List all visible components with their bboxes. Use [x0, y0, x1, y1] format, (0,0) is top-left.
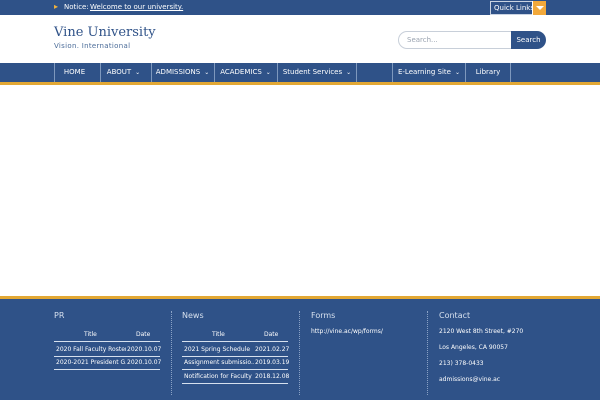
table-divider: [54, 356, 160, 357]
search-input[interactable]: [398, 31, 516, 49]
nav-item-label: Library: [475, 68, 501, 76]
column-divider: [171, 311, 172, 395]
news-col-date: Date: [264, 331, 279, 338]
news-heading: News: [182, 311, 204, 320]
nav-item-academics[interactable]: ACADEMICS ⌄: [214, 63, 276, 82]
contact-address-line1: 2120 West 8th Street, #270: [439, 328, 524, 335]
megaphone-icon: ▸: [54, 2, 59, 11]
footer: PR Title Date 2020 Fall Faculty Roster 2…: [0, 299, 600, 400]
nav-item-home[interactable]: HOME: [54, 63, 94, 82]
pr-col-date: Date: [136, 331, 151, 338]
column-divider: [427, 311, 428, 395]
column-divider: [299, 311, 300, 395]
nav-item-label: Student Services: [282, 68, 343, 76]
site-tagline: Vision. International: [54, 42, 131, 50]
pr-row-date: 2020.10.07: [127, 359, 162, 366]
table-divider: [182, 341, 288, 342]
table-divider: [54, 369, 160, 370]
nav-item-elearning[interactable]: E-Learning Site ⌄: [392, 63, 465, 82]
contact-address-line2: Los Angeles, CA 90057: [439, 344, 508, 351]
nav-item-label: HOME: [63, 68, 86, 76]
pr-col-title: Title: [84, 331, 97, 338]
pr-heading: PR: [54, 311, 65, 320]
nav-accent-stripe: [0, 82, 600, 85]
pr-row-title[interactable]: 2020 Fall Faculty Roster: [56, 346, 126, 354]
nav-item-label: ACADEMICS: [220, 68, 262, 76]
chevron-down-icon: ⌄: [454, 69, 461, 76]
chevron-down-icon: ⌄: [204, 69, 210, 76]
pr-row-title[interactable]: 2020-2021 President G..: [56, 359, 126, 367]
news-row-date: 2021.02.27: [255, 346, 290, 353]
news-row-date: 2019.03.19: [255, 359, 290, 366]
chevron-down-icon: ⌄: [346, 69, 352, 76]
nav-item-admissions[interactable]: ADMISSIONS ⌄: [151, 63, 213, 82]
notice-label: Notice:: [64, 3, 89, 11]
forms-heading: Forms: [311, 311, 336, 320]
search-button[interactable]: Search: [511, 31, 546, 49]
table-divider: [182, 356, 288, 357]
nav-item-label: E-Learning Site: [397, 68, 451, 76]
chevron-down-icon: ⌄: [135, 69, 141, 76]
nav-item-label: ABOUT: [106, 68, 132, 76]
news-row-title[interactable]: Assignment submissio..: [184, 359, 254, 367]
news-row-date: 2018.12.08: [255, 373, 290, 380]
news-col-title: Title: [212, 331, 225, 338]
nav-item-student-services[interactable]: Student Services ⌄: [277, 63, 356, 82]
news-row-title[interactable]: Notification for Faculty: [184, 373, 254, 381]
site-title[interactable]: Vine University: [54, 25, 156, 41]
notice-bar: ▸ Notice: Welcome to our university. Qui…: [0, 0, 600, 15]
table-divider: [54, 341, 160, 342]
news-row-title[interactable]: 2021 Spring Schedule: [184, 346, 254, 354]
chevron-down-icon[interactable]: [532, 1, 546, 15]
contact-phone: 213) 378-0433: [439, 360, 484, 367]
forms-link[interactable]: http://vine.ac/wp/forms/: [311, 328, 383, 336]
quick-links-dropdown[interactable]: Quick Links: [490, 1, 546, 15]
nav-item-empty[interactable]: [356, 63, 391, 82]
contact-email[interactable]: admissions@vine.ac: [439, 376, 500, 384]
quick-links-label: Quick Links: [494, 4, 535, 12]
contact-heading: Contact: [439, 311, 471, 320]
main-nav: HOME ABOUT ⌄ ADMISSIONS ⌄ ACADEMICS ⌄ Stude…: [0, 63, 600, 82]
nav-item-library[interactable]: Library: [465, 63, 511, 82]
nav-item-about[interactable]: ABOUT ⌄: [100, 63, 146, 82]
pr-row-date: 2020.10.07: [127, 346, 162, 353]
table-divider: [182, 383, 288, 384]
table-divider: [182, 369, 288, 370]
chevron-down-icon: ⌄: [265, 69, 271, 76]
nav-item-label: ADMISSIONS: [155, 68, 201, 76]
notice-link[interactable]: Welcome to our university.: [90, 2, 183, 12]
